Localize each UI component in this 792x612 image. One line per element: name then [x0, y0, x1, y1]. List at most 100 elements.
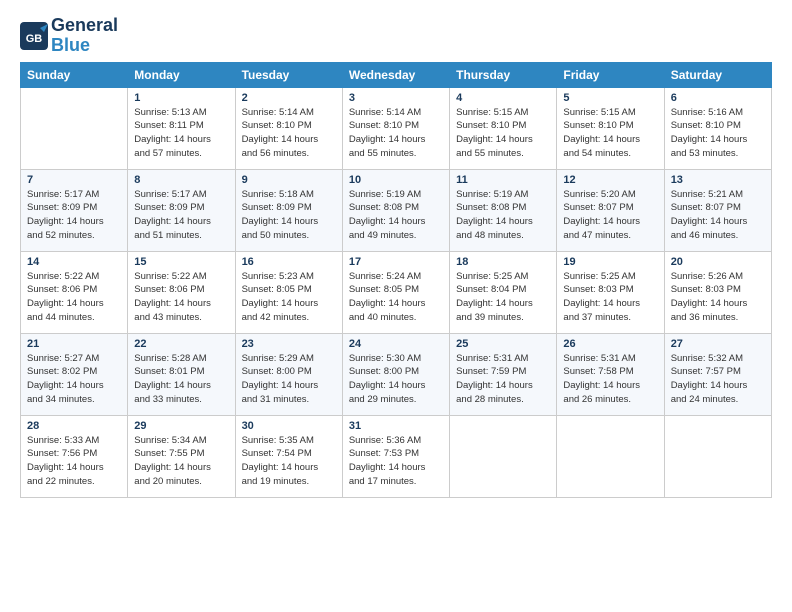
day-info: Sunrise: 5:33 AMSunset: 7:56 PMDaylight:… [27, 434, 121, 489]
day-number: 8 [134, 174, 228, 186]
page: GB GeneralBlue SundayMondayTuesdayWednes… [0, 0, 792, 510]
calendar-cell: 31 Sunrise: 5:36 AMSunset: 7:53 PMDayligh… [342, 415, 449, 497]
day-number: 21 [27, 338, 121, 350]
weekday-header-row: SundayMondayTuesdayWednesdayThursdayFrid… [21, 62, 772, 87]
day-number: 24 [349, 338, 443, 350]
day-info: Sunrise: 5:34 AMSunset: 7:55 PMDaylight:… [134, 434, 228, 489]
day-number: 29 [134, 420, 228, 432]
day-info: Sunrise: 5:35 AMSunset: 7:54 PMDaylight:… [242, 434, 336, 489]
calendar-cell: 29 Sunrise: 5:34 AMSunset: 7:55 PMDayligh… [128, 415, 235, 497]
day-number: 12 [563, 174, 657, 186]
calendar-cell: 10 Sunrise: 5:19 AMSunset: 8:08 PMDayligh… [342, 169, 449, 251]
calendar-cell: 19 Sunrise: 5:25 AMSunset: 8:03 PMDayligh… [557, 251, 664, 333]
calendar-cell: 17 Sunrise: 5:24 AMSunset: 8:05 PMDayligh… [342, 251, 449, 333]
calendar-cell: 3Sunrise: 5:14 AMSunset: 8:10 PMDaylight… [342, 87, 449, 169]
day-info: Sunrise: 5:13 AMSunset: 8:11 PMDaylight:… [134, 106, 228, 161]
day-number: 4 [456, 92, 550, 104]
calendar-cell: 26Sunrise: 5:31 AMSunset: 7:58 PMDayligh… [557, 333, 664, 415]
calendar-cell: 13 Sunrise: 5:21 AMSunset: 8:07 PMDayligh… [664, 169, 771, 251]
calendar-cell [557, 415, 664, 497]
weekday-header-cell: Tuesday [235, 62, 342, 87]
day-number: 6 [671, 92, 765, 104]
calendar-cell: 14 Sunrise: 5:22 AMSunset: 8:06 PMDayligh… [21, 251, 128, 333]
calendar-cell: 21 Sunrise: 5:27 AMSunset: 8:02 PMDayligh… [21, 333, 128, 415]
calendar-cell: 27Sunrise: 5:32 AMSunset: 7:57 PMDayligh… [664, 333, 771, 415]
day-info: Sunrise: 5:16 AMSunset: 8:10 PMDaylight:… [671, 106, 765, 161]
day-number: 17 [349, 256, 443, 268]
calendar-cell [664, 415, 771, 497]
day-info: Sunrise: 5:15 AMSunset: 8:10 PMDaylight:… [456, 106, 550, 161]
day-number: 13 [671, 174, 765, 186]
day-info: Sunrise: 5:22 AMSunset: 8:06 PMDaylight:… [134, 270, 228, 325]
day-number: 15 [134, 256, 228, 268]
day-info: Sunrise: 5:14 AMSunset: 8:10 PMDaylight:… [242, 106, 336, 161]
day-number: 26 [563, 338, 657, 350]
day-info: Sunrise: 5:36 AMSunset: 7:53 PMDaylight:… [349, 434, 443, 489]
calendar-cell: 2 Sunrise: 5:14 AMSunset: 8:10 PMDaylight… [235, 87, 342, 169]
day-info: Sunrise: 5:19 AMSunset: 8:08 PMDaylight:… [349, 188, 443, 243]
day-info: Sunrise: 5:20 AMSunset: 8:07 PMDaylight:… [563, 188, 657, 243]
calendar-cell [450, 415, 557, 497]
calendar-cell: 9 Sunrise: 5:18 AMSunset: 8:09 PMDaylight… [235, 169, 342, 251]
logo-text: GeneralBlue [51, 16, 118, 56]
calendar-cell: 7 Sunrise: 5:17 AMSunset: 8:09 PMDaylight… [21, 169, 128, 251]
day-number: 5 [563, 92, 657, 104]
day-number: 25 [456, 338, 550, 350]
day-info: Sunrise: 5:28 AMSunset: 8:01 PMDaylight:… [134, 352, 228, 407]
day-number: 1 [134, 92, 228, 104]
day-info: Sunrise: 5:24 AMSunset: 8:05 PMDaylight:… [349, 270, 443, 325]
logo: GB GeneralBlue [20, 16, 118, 56]
calendar-cell: 18Sunrise: 5:25 AMSunset: 8:04 PMDayligh… [450, 251, 557, 333]
day-number: 10 [349, 174, 443, 186]
calendar-cell: 23Sunrise: 5:29 AMSunset: 8:00 PMDayligh… [235, 333, 342, 415]
weekday-header-cell: Monday [128, 62, 235, 87]
calendar-cell: 12 Sunrise: 5:20 AMSunset: 8:07 PMDayligh… [557, 169, 664, 251]
calendar-cell: 8Sunrise: 5:17 AMSunset: 8:09 PMDaylight… [128, 169, 235, 251]
weekday-header-cell: Thursday [450, 62, 557, 87]
calendar-week-row: 21 Sunrise: 5:27 AMSunset: 8:02 PMDayligh… [21, 333, 772, 415]
day-number: 28 [27, 420, 121, 432]
day-number: 9 [242, 174, 336, 186]
day-number: 2 [242, 92, 336, 104]
day-number: 22 [134, 338, 228, 350]
calendar-cell: 22 Sunrise: 5:28 AMSunset: 8:01 PMDayligh… [128, 333, 235, 415]
day-number: 31 [349, 420, 443, 432]
day-info: Sunrise: 5:18 AMSunset: 8:09 PMDaylight:… [242, 188, 336, 243]
weekday-header-cell: Sunday [21, 62, 128, 87]
day-number: 19 [563, 256, 657, 268]
calendar-week-row: 14 Sunrise: 5:22 AMSunset: 8:06 PMDayligh… [21, 251, 772, 333]
weekday-header-cell: Wednesday [342, 62, 449, 87]
calendar-cell [21, 87, 128, 169]
calendar-cell: 24Sunrise: 5:30 AMSunset: 8:00 PMDayligh… [342, 333, 449, 415]
calendar-cell: 5 Sunrise: 5:15 AMSunset: 8:10 PMDaylight… [557, 87, 664, 169]
calendar-cell: 20Sunrise: 5:26 AMSunset: 8:03 PMDayligh… [664, 251, 771, 333]
calendar-cell: 25 Sunrise: 5:31 AMSunset: 7:59 PMDayligh… [450, 333, 557, 415]
calendar-cell: 1 Sunrise: 5:13 AMSunset: 8:11 PMDaylight… [128, 87, 235, 169]
day-info: Sunrise: 5:26 AMSunset: 8:03 PMDaylight:… [671, 270, 765, 325]
day-info: Sunrise: 5:31 AMSunset: 7:59 PMDaylight:… [456, 352, 550, 407]
day-info: Sunrise: 5:14 AMSunset: 8:10 PMDaylight:… [349, 106, 443, 161]
day-info: Sunrise: 5:17 AMSunset: 8:09 PMDaylight:… [27, 188, 121, 243]
day-info: Sunrise: 5:25 AMSunset: 8:04 PMDaylight:… [456, 270, 550, 325]
logo-icon: GB [20, 22, 48, 50]
calendar-week-row: 7 Sunrise: 5:17 AMSunset: 8:09 PMDaylight… [21, 169, 772, 251]
day-number: 16 [242, 256, 336, 268]
day-number: 7 [27, 174, 121, 186]
calendar-week-row: 1 Sunrise: 5:13 AMSunset: 8:11 PMDaylight… [21, 87, 772, 169]
day-info: Sunrise: 5:27 AMSunset: 8:02 PMDaylight:… [27, 352, 121, 407]
day-number: 14 [27, 256, 121, 268]
calendar-cell: 28 Sunrise: 5:33 AMSunset: 7:56 PMDayligh… [21, 415, 128, 497]
day-info: Sunrise: 5:22 AMSunset: 8:06 PMDaylight:… [27, 270, 121, 325]
day-info: Sunrise: 5:15 AMSunset: 8:10 PMDaylight:… [563, 106, 657, 161]
day-info: Sunrise: 5:19 AMSunset: 8:08 PMDaylight:… [456, 188, 550, 243]
day-info: Sunrise: 5:29 AMSunset: 8:00 PMDaylight:… [242, 352, 336, 407]
day-info: Sunrise: 5:21 AMSunset: 8:07 PMDaylight:… [671, 188, 765, 243]
header: GB GeneralBlue [20, 16, 772, 56]
calendar-cell: 16Sunrise: 5:23 AMSunset: 8:05 PMDayligh… [235, 251, 342, 333]
day-number: 11 [456, 174, 550, 186]
calendar-week-row: 28 Sunrise: 5:33 AMSunset: 7:56 PMDayligh… [21, 415, 772, 497]
calendar: SundayMondayTuesdayWednesdayThursdayFrid… [20, 62, 772, 498]
day-info: Sunrise: 5:25 AMSunset: 8:03 PMDaylight:… [563, 270, 657, 325]
calendar-cell: 30Sunrise: 5:35 AMSunset: 7:54 PMDayligh… [235, 415, 342, 497]
calendar-cell: 6 Sunrise: 5:16 AMSunset: 8:10 PMDaylight… [664, 87, 771, 169]
